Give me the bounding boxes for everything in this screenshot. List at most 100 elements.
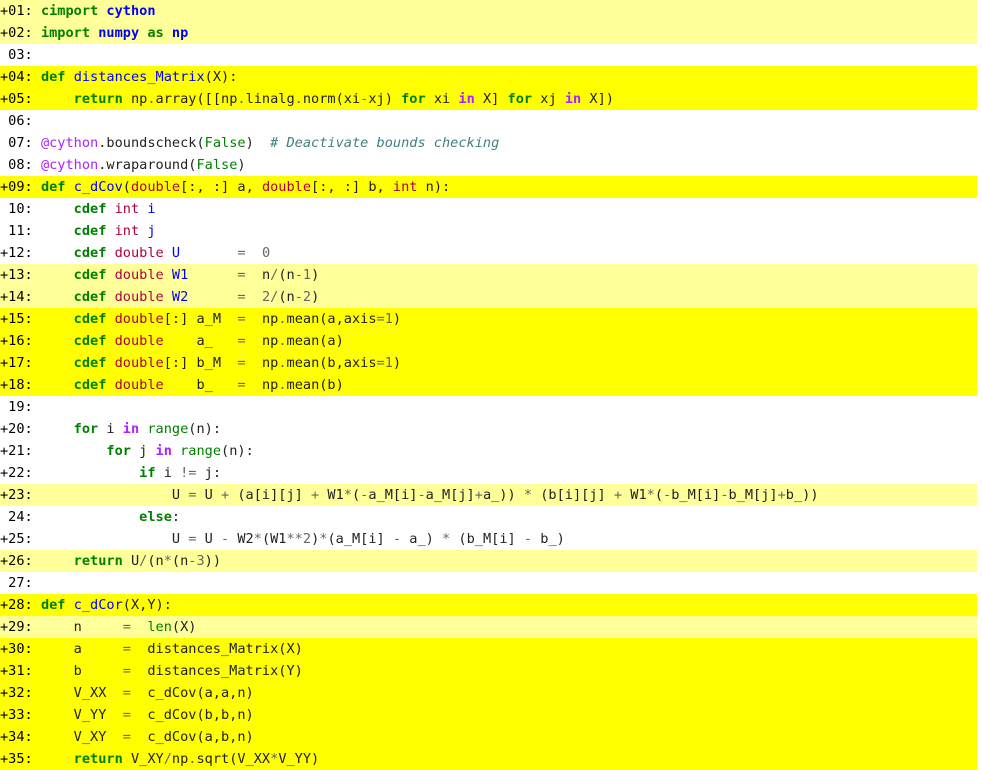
code-token: ( <box>196 135 205 151</box>
code-line[interactable]: +25: U = U - W2*(W1**2)*(a_M[i] - a_) * … <box>0 528 977 550</box>
code-line[interactable]: +17: cdef double[:] b_M = np.mean(b,axis… <box>0 352 977 374</box>
code-token: = <box>122 663 131 679</box>
code-token: np <box>171 25 189 41</box>
code-line[interactable]: +28: def c_dCor(X,Y): <box>0 594 977 616</box>
code-token: - <box>663 487 672 503</box>
code-token: @cython <box>40 135 99 151</box>
code-token: wraparound <box>106 157 189 173</box>
code-token: [:, :] a, <box>180 179 262 195</box>
code-token: cython <box>106 3 156 19</box>
code-line[interactable]: +30: a = distances_Matrix(X) <box>0 638 977 660</box>
code-token: range <box>147 421 189 437</box>
code-token: + <box>777 487 786 503</box>
code-token: (b_M[i] <box>450 531 524 547</box>
code-token: for <box>401 91 426 107</box>
code-line[interactable]: +04: def distances_Matrix(X): <box>0 66 977 88</box>
line-number: +28: <box>0 597 33 613</box>
code-token: [:] b_M <box>163 355 238 371</box>
code-line[interactable]: +33: V_YY = c_dCov(b,b,n) <box>0 704 977 726</box>
code-line[interactable]: +02: import numpy as np <box>0 22 977 44</box>
code-token: (n <box>171 553 189 569</box>
code-line[interactable]: +15: cdef double[:] a_M = np.mean(a,axis… <box>0 308 977 330</box>
code-line[interactable]: +12: cdef double U = 0 <box>0 242 977 264</box>
code-line[interactable]: +18: cdef double b_ = np.mean(b) <box>0 374 977 396</box>
code-token: cdef <box>73 267 107 283</box>
code-line[interactable]: +01: cimport cython <box>0 0 977 22</box>
code-token: return <box>73 553 123 569</box>
line-number: +25: <box>0 531 33 547</box>
code-line: 19: <box>0 396 977 418</box>
line-number: +13: <box>0 267 33 283</box>
code-token: in <box>122 421 140 437</box>
code-token: 2 <box>302 289 312 305</box>
code-token: else <box>139 509 172 525</box>
line-number: +01: <box>0 3 33 19</box>
code-token: (n): <box>221 443 254 459</box>
code-token: + <box>613 487 623 503</box>
code-token: (a_M[i] <box>327 531 393 547</box>
code-token: a_)) <box>482 487 524 503</box>
code-line[interactable]: +35: return V_XY/np.sqrt(V_XX*V_YY) <box>0 748 977 770</box>
code-token: j: <box>196 465 222 481</box>
code-line[interactable]: +14: cdef double W2 = 2/(n-2) <box>0 286 977 308</box>
line-number: +17: <box>0 355 33 371</box>
code-token: c_dCov(a,a,n) <box>130 685 254 701</box>
code-token: - <box>294 267 303 283</box>
code-token: (n <box>147 553 164 569</box>
line-number: 03: <box>0 47 33 63</box>
code-line[interactable]: +13: cdef double W1 = n/(n-1) <box>0 264 977 286</box>
code-line[interactable]: +31: b = distances_Matrix(Y) <box>0 660 977 682</box>
code-token: ( <box>351 487 361 503</box>
code-token: double <box>114 377 164 393</box>
code-line[interactable]: +20: for i in range(n): <box>0 418 977 440</box>
line-number: 11: <box>0 223 33 239</box>
code-token: if <box>139 465 156 481</box>
code-token: False <box>204 135 246 151</box>
code-token: - <box>523 531 533 547</box>
code-token: = <box>237 311 246 327</box>
code-token: ) <box>311 289 320 305</box>
code-token: + <box>474 487 483 503</box>
code-token: )) <box>204 553 222 569</box>
code-line[interactable]: +09: def c_dCov(double[:, :] a, double[:… <box>0 176 977 198</box>
code-token: V_XY <box>32 729 123 745</box>
code-token: mean(a) <box>286 333 344 349</box>
code-token: . <box>278 333 287 349</box>
code-line[interactable]: +22: if i != j: <box>0 462 977 484</box>
line-number: 19: <box>0 399 33 415</box>
code-line[interactable]: +16: cdef double a_ = np.mean(a) <box>0 330 977 352</box>
code-token: n): <box>417 179 451 195</box>
code-token: (X) <box>171 619 197 635</box>
code-token: double <box>114 267 164 283</box>
code-token: = <box>122 619 131 635</box>
code-line[interactable]: +23: U = U + (a[i][j] + W1*(-a_M[i]-a_M[… <box>0 484 977 506</box>
line-number: +18: <box>0 377 33 393</box>
code-token: 1 <box>302 267 312 283</box>
code-token: cdef <box>73 311 107 327</box>
code-token: double <box>114 355 164 371</box>
code-token: - <box>417 487 426 503</box>
code-line[interactable]: +32: V_XX = c_dCov(a,a,n) <box>0 682 977 704</box>
code-token: mean(b,axis <box>286 355 377 371</box>
line-number: +32: <box>0 685 33 701</box>
code-line[interactable]: +34: V_XY = c_dCov(a,b,n) <box>0 726 977 748</box>
code-token: W2 <box>229 531 254 547</box>
line-number: 08: <box>0 157 33 173</box>
code-token: cdef <box>73 289 107 305</box>
line-number: +31: <box>0 663 33 679</box>
code-line[interactable]: +29: n = len(X) <box>0 616 977 638</box>
code-token: = <box>237 377 246 393</box>
code-line[interactable]: +21: for j in range(n): <box>0 440 977 462</box>
code-line[interactable]: +05: return np.array([[np.linalg.norm(xi… <box>0 88 977 110</box>
code-line[interactable]: +26: return U/(n*(n-3)) <box>0 550 977 572</box>
line-number: +09: <box>0 179 33 195</box>
code-token: ) <box>311 267 320 283</box>
